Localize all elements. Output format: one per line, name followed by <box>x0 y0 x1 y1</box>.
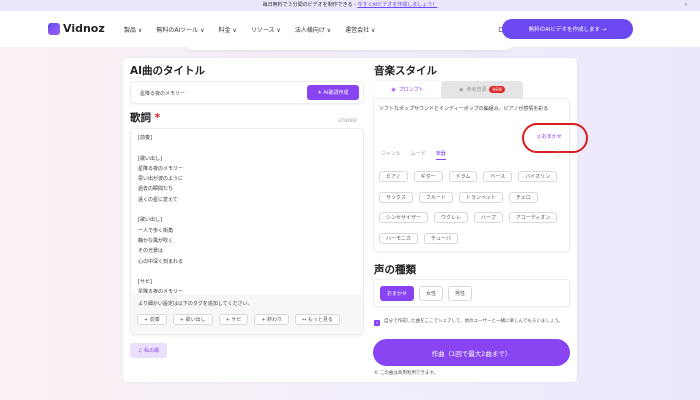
chip-trumpet[interactable]: トランペット <box>458 191 503 203</box>
chip-guitar[interactable]: ギター <box>413 171 443 182</box>
brand-name: Vidnoz <box>63 22 105 35</box>
close-icon[interactable]: × <box>684 0 688 11</box>
lyrics-heading: 歌詞 * <box>130 110 160 125</box>
title-heading: AI曲のタイトル <box>130 65 206 77</box>
ai-lyrics-button[interactable]: ✦ AI歌詞作成 <box>307 85 359 100</box>
chip-tuba[interactable]: チューバ <box>424 232 458 244</box>
tag-hint: より細かい設定は以下のタグを追加してください。 <box>138 301 253 307</box>
nav-item-ai-tools[interactable]: 無料のAIツール ∨ <box>156 25 204 34</box>
chip-violin[interactable]: バイオリン <box>518 171 558 182</box>
tag-chorus[interactable]: + サビ <box>218 314 249 325</box>
lyrics-text[interactable]: [前奏] [歌い出し] 星降る夜のメモリー 思い出が波のように 過去の瞬間たち … <box>138 133 183 293</box>
required-mark: * <box>154 112 161 124</box>
share-text: 自分で作成した曲をここでシェアして、他のユーザーと一緒に楽しんでもらいましょう。 <box>384 319 564 324</box>
chip-drums[interactable]: ドラム <box>448 171 478 182</box>
top-nav: Vidnoz 製品 ∨ 無料のAIツール ∨ 料金 ∨ リソース ∨ 法人様向け… <box>0 11 700 47</box>
chip-ukulele[interactable]: ウクレレ <box>434 212 469 223</box>
logo[interactable]: Vidnoz <box>48 22 105 35</box>
voice-auto[interactable]: おまかせ <box>380 286 415 301</box>
category-instruments[interactable]: 楽器 <box>435 150 446 160</box>
radio-icon: ◉ <box>391 86 396 93</box>
nav-item-pricing[interactable]: 料金 ∨ <box>219 25 237 34</box>
tab-reference-label: 参考音源 <box>466 87 487 93</box>
style-heading: 音楽スタイル <box>374 65 437 77</box>
chip-cello[interactable]: チェロ <box>508 191 538 203</box>
chip-piano[interactable]: ピアノ <box>379 171 408 182</box>
voice-heading: 声の種類 <box>374 264 416 276</box>
voice-male[interactable]: 男性 <box>448 286 473 301</box>
chip-accordion[interactable]: アコーディオン <box>508 212 558 223</box>
tab-prompt[interactable]: ◉ プロンプト <box>374 81 441 98</box>
subnav-pill <box>186 44 512 50</box>
create-video-button[interactable]: 無料のAIビデオを作成します → <box>502 19 633 39</box>
radio-icon: ◉ <box>459 86 464 93</box>
lyrics-heading-text: 歌詞 <box>130 112 151 124</box>
tag-more[interactable]: ↔ もっと見る <box>295 314 340 325</box>
tag-outro[interactable]: + 終わり <box>254 314 290 325</box>
chip-bass[interactable]: ベース <box>483 171 513 182</box>
nav-item-products[interactable]: 製品 ∨ <box>124 25 142 34</box>
commercial-note-text: この曲は商用利用できます。 <box>379 371 438 376</box>
tag-panel: より細かい設定は以下のタグを追加してください。 + 前奏 + 歌い出し + サビ… <box>131 294 363 334</box>
logo-icon <box>48 22 60 35</box>
category-genre[interactable]: ジャンル <box>381 150 401 160</box>
my-songs-label: 私の歌 <box>144 348 160 354</box>
voice-panel: おまかせ 女性 男性 <box>373 279 570 307</box>
nav-item-company[interactable]: 運営会社 ∨ <box>345 25 375 34</box>
category-mood[interactable]: ムード <box>411 150 426 160</box>
nav-item-business[interactable]: 法人様向け ∨ <box>295 25 331 34</box>
instrument-chips: ピアノ ギター ドラム ベース バイオリン サックス フルート トランペット チ… <box>379 171 561 246</box>
banner-text: 毎日無料で３分間のビデオを制作できる - <box>262 2 358 8</box>
share-checkbox[interactable]: ✓ <box>374 320 380 326</box>
chip-harmonica[interactable]: ハーモニカ <box>379 232 419 244</box>
chip-harp[interactable]: ハープ <box>474 212 503 223</box>
tab-prompt-label: プロンプト <box>398 87 424 93</box>
new-badge: NEW <box>489 86 505 93</box>
my-songs-button[interactable]: ♫ 私の歌 <box>130 343 167 358</box>
chip-synth[interactable]: シンセサイザー <box>379 212 429 223</box>
voice-female[interactable]: 女性 <box>419 286 444 301</box>
banner-link[interactable]: 今すぐAIビデオを作成しましょう！ <box>357 2 437 8</box>
category-tabs: ジャンル ムード 楽器 <box>381 150 446 160</box>
prompt-text[interactable]: ソフトなポップサウンドとインディーポップの編組み、ピアノが感情を彩る <box>379 104 565 114</box>
tag-verse[interactable]: + 歌い出し <box>172 314 213 325</box>
tag-intro[interactable]: + 前奏 <box>137 314 167 325</box>
music-icon: ♫ <box>137 347 143 354</box>
promo-banner: 毎日無料で３分間のビデオを制作できる - 今すぐAIビデオを作成しましょう！ × <box>0 0 700 11</box>
nav-item-resources[interactable]: リソース ∨ <box>251 25 281 34</box>
nav-menu: 製品 ∨ 無料のAIツール ∨ 料金 ∨ リソース ∨ 法人様向け ∨ 運営会社… <box>124 25 375 34</box>
title-value[interactable]: 星降る夜のメモリー <box>140 90 185 97</box>
generate-button[interactable]: 作曲（1回で最大2曲まで） <box>373 339 570 366</box>
info-icon[interactable]: ⓘ <box>555 149 561 158</box>
tab-reference-audio[interactable]: ◉ 参考音源 NEW <box>441 81 523 98</box>
chip-flute[interactable]: フルート <box>418 191 453 203</box>
char-counter: 37/2000 <box>338 119 357 124</box>
copyright-icon: © <box>374 371 379 376</box>
commercial-note: © この曲は商用利用できます。 <box>374 370 438 376</box>
chip-sax[interactable]: サックス <box>379 191 413 203</box>
